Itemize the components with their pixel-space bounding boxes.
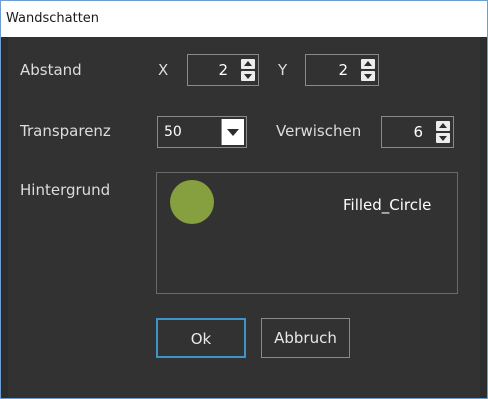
y-spin-buttons bbox=[361, 59, 375, 81]
arrow-up-icon[interactable] bbox=[436, 121, 450, 131]
hintergrund-label: Hintergrund bbox=[20, 181, 111, 199]
transparenz-label: Transparenz bbox=[20, 122, 111, 140]
abstand-label: Abstand bbox=[20, 61, 82, 79]
arrow-down-icon[interactable] bbox=[361, 71, 375, 81]
x-value: 2 bbox=[218, 61, 228, 79]
arrow-down-icon[interactable] bbox=[436, 133, 450, 143]
x-spin-buttons bbox=[241, 59, 255, 81]
verwischen-value: 6 bbox=[413, 123, 423, 141]
verwischen-spin-buttons bbox=[436, 121, 450, 143]
y-value: 2 bbox=[338, 61, 348, 79]
ok-button[interactable]: Ok bbox=[156, 318, 246, 358]
chevron-down-icon[interactable] bbox=[221, 119, 244, 145]
dialog-window: Wandschatten Abstand X 2 Y 2 Transparenz… bbox=[0, 0, 488, 399]
shape-name: Filled_Circle bbox=[343, 196, 432, 214]
x-spinbox[interactable]: 2 bbox=[187, 54, 259, 86]
dialog-content: Abstand X 2 Y 2 Transparenz 50 Verwische… bbox=[8, 37, 480, 398]
window-title: Wandschatten bbox=[6, 11, 100, 26]
cancel-button[interactable]: Abbruch bbox=[261, 318, 350, 358]
y-spinbox[interactable]: 2 bbox=[305, 54, 379, 86]
filled-circle-swatch bbox=[170, 180, 214, 224]
background-preview[interactable]: Filled_Circle bbox=[156, 172, 458, 294]
y-label: Y bbox=[278, 61, 288, 79]
title-bar[interactable]: Wandschatten bbox=[1, 1, 487, 37]
arrow-up-icon[interactable] bbox=[361, 59, 375, 69]
transparenz-value: 50 bbox=[164, 124, 182, 140]
arrow-up-icon[interactable] bbox=[241, 59, 255, 69]
x-label: X bbox=[158, 61, 169, 79]
verwischen-spinbox[interactable]: 6 bbox=[381, 116, 454, 148]
arrow-down-icon[interactable] bbox=[241, 71, 255, 81]
transparenz-select[interactable]: 50 bbox=[157, 116, 247, 148]
verwischen-label: Verwischen bbox=[276, 122, 362, 140]
